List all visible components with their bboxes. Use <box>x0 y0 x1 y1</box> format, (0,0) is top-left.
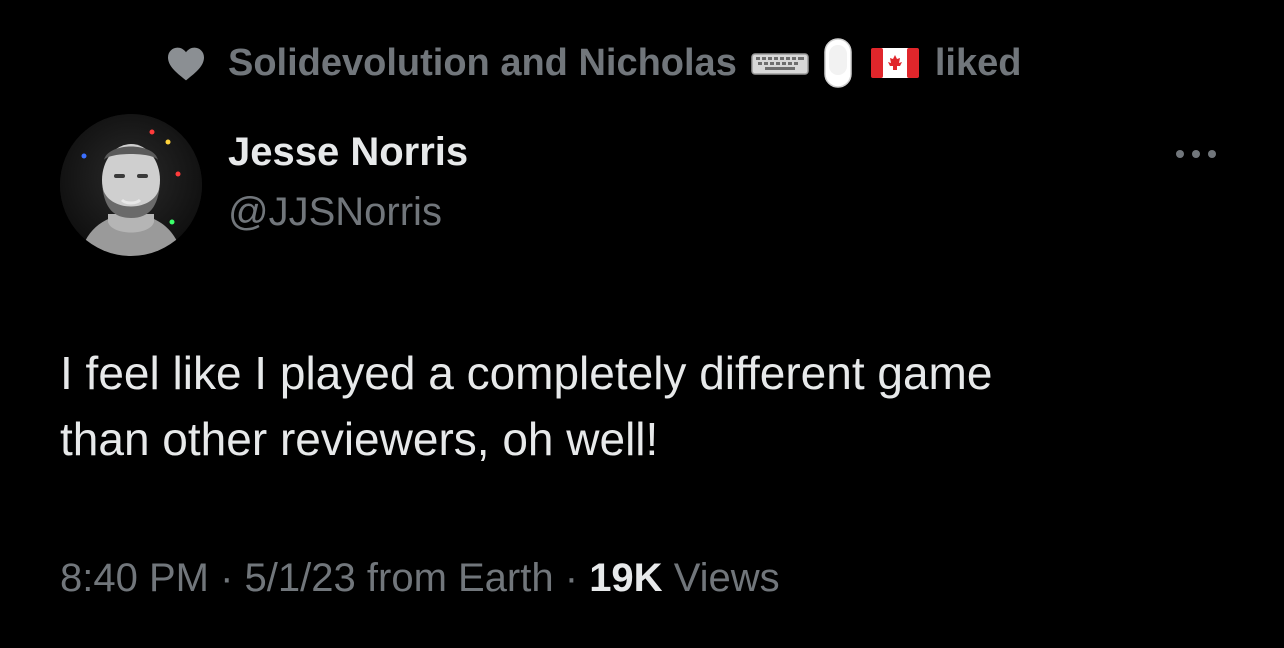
more-dots-icon <box>1176 150 1216 158</box>
avatar[interactable] <box>60 114 202 256</box>
liked-label: liked <box>934 41 1022 84</box>
tweet-time[interactable]: 8:40 PM <box>60 556 209 600</box>
author-display-name[interactable]: Jesse Norris <box>228 130 468 175</box>
liked-by-names[interactable]: Solidevolution and Nicholas <box>228 42 737 85</box>
tweet-source: from Earth <box>366 556 554 600</box>
canada-flag-emoji <box>870 46 919 80</box>
tweet-text-line: I feel like I played a completely differ… <box>60 347 993 399</box>
views-label[interactable]: Views <box>674 556 780 600</box>
tweet-meta: 8:40 PM · 5/1/23 from Earth · 19K Views <box>60 556 780 601</box>
views-count[interactable]: 19K <box>589 556 662 600</box>
author-handle[interactable]: @JJSNorris <box>228 190 442 235</box>
meta-separator: · <box>564 556 579 600</box>
social-context[interactable]: Solidevolution and Nicholas liked <box>164 38 1021 88</box>
keyboard-emoji <box>751 46 809 80</box>
tweet-text: I feel like I played a completely differ… <box>60 340 1240 472</box>
tweet-text-line: than other reviewers, oh well! <box>60 413 659 465</box>
more-options-button[interactable] <box>1170 136 1222 172</box>
mouse-emoji <box>823 37 853 89</box>
meta-separator: · <box>220 556 234 600</box>
tweet-date[interactable]: 5/1/23 <box>245 556 356 600</box>
heart-icon <box>164 41 208 85</box>
